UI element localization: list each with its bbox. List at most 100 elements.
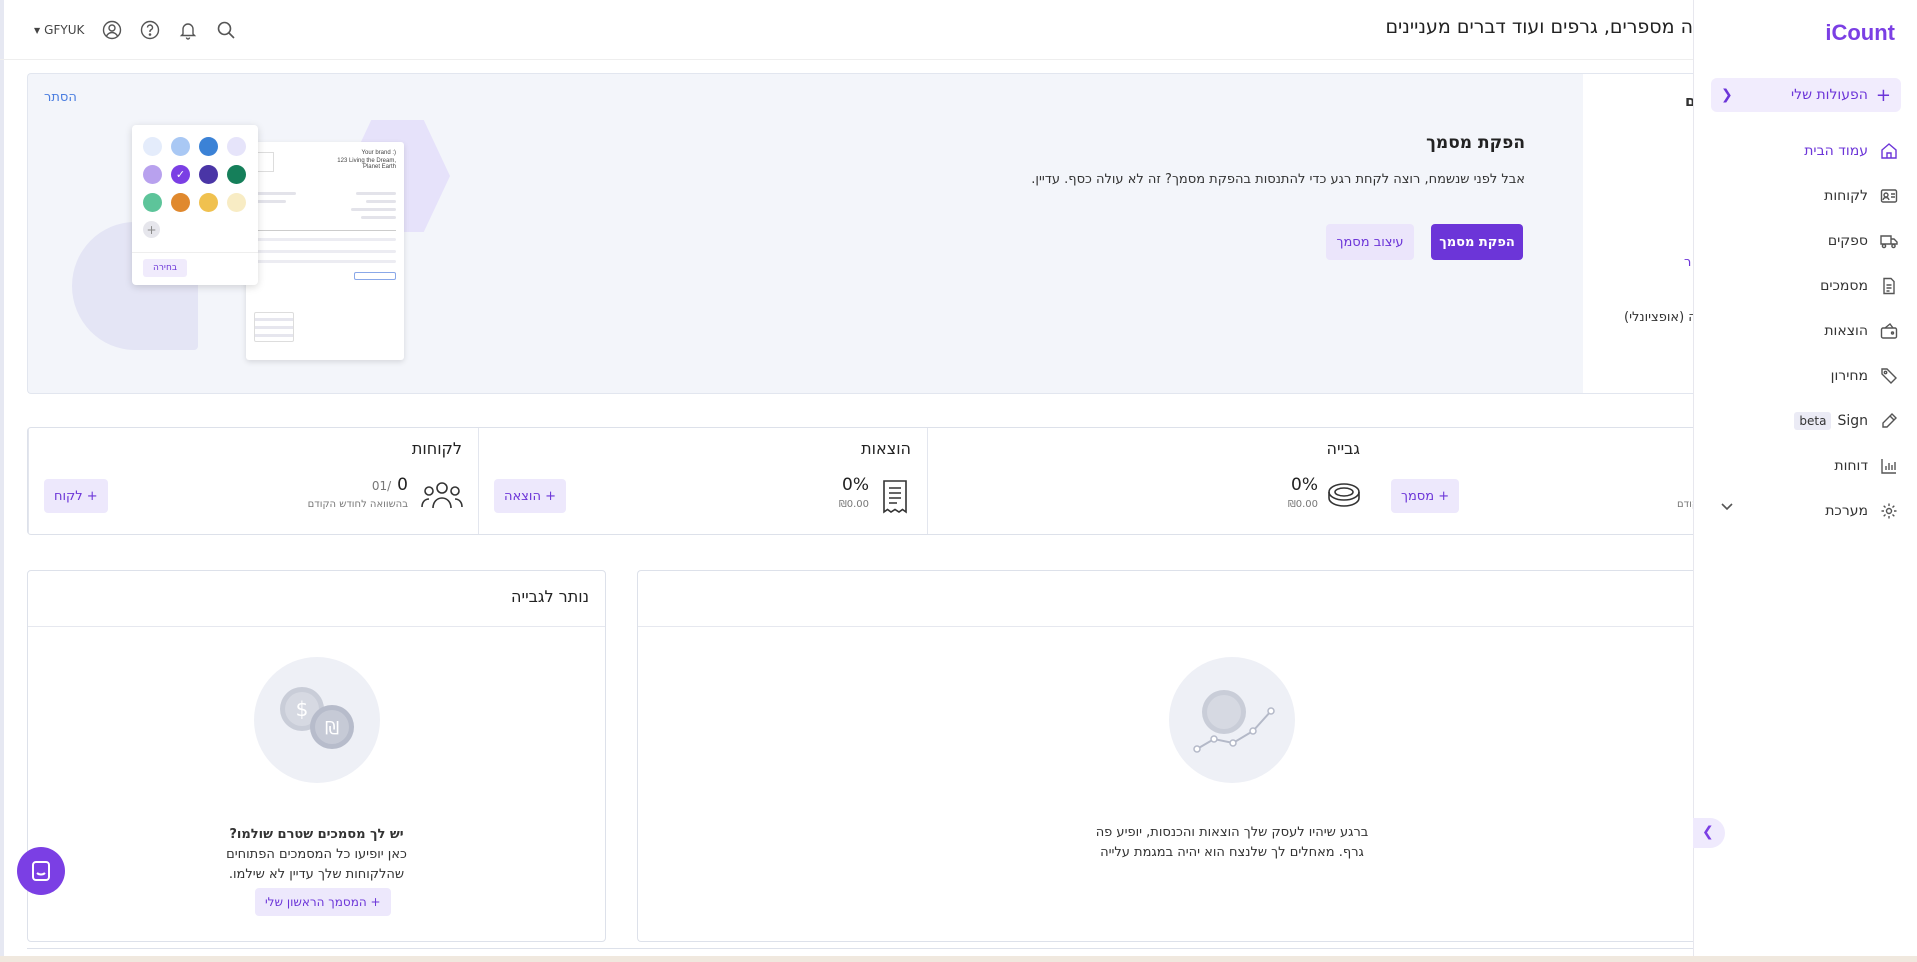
doc-brand: Your brand :) <box>361 150 396 156</box>
remaining-text-line2: שהלקוחות שלך עדיין לא שילמו. <box>228 867 405 882</box>
sidebar-item-label: מערכת <box>1825 502 1868 519</box>
color-swatch[interactable] <box>199 137 218 156</box>
my-actions-label: הפעולות שלי <box>1791 87 1868 103</box>
caret-down-icon: ▼ <box>34 25 41 35</box>
color-swatch[interactable] <box>171 193 190 212</box>
chat-icon <box>32 861 50 881</box>
color-swatch-selected[interactable]: ✓ <box>171 165 190 184</box>
add-expense-button[interactable]: + הוצאה <box>494 479 566 513</box>
user-icon[interactable] <box>102 20 122 40</box>
doc-line <box>366 200 396 203</box>
help-icon[interactable] <box>140 20 160 40</box>
growth-chart-illustration <box>1169 657 1295 783</box>
remaining-collection-card: נותר לגבייה $ ₪ יש לך מסמכים שטרם שולמו?… <box>27 570 606 942</box>
promo-text: אבל לפני שנשמח, רוצה לקחת רגע כדי להתנסו… <box>1031 172 1525 187</box>
graph-text-line2: גרף. מאחלים לך שלנצח הוא יהיה במגמת עליי… <box>1100 845 1364 860</box>
stat-collection-amount: ₪0.00 <box>1287 499 1318 510</box>
sidebar-item-customers[interactable]: לקוחות <box>1694 173 1917 218</box>
sidebar-nav: עמוד הבית לקוחות ספקים מסמכים הוצאות מחי… <box>1694 128 1917 533</box>
design-document-button[interactable]: עיצוב מסמך <box>1326 224 1414 260</box>
palette-divider <box>132 252 258 253</box>
doc-line <box>256 192 296 195</box>
stat-customers-sub: בהשוואה לחודש הקודם <box>307 499 408 510</box>
header-toolbar: ▼ GFYUK <box>34 20 236 40</box>
contact-card-icon <box>1880 187 1898 205</box>
sidebar: iCount + הפעולות שלי ❮ עמוד הבית לקוחות ס… <box>1693 0 1917 956</box>
first-document-button[interactable]: + המסמך הראשון שלי <box>255 888 391 916</box>
sidebar-item-home[interactable]: עמוד הבית <box>1694 128 1917 173</box>
stat-documents: + מסמך קודם <box>1376 428 1699 534</box>
palette-select-button[interactable]: בחירה <box>143 259 187 277</box>
remaining-text-line1: כאן יופיעו כל המסמכים הפתוחים <box>226 847 407 862</box>
checkmark-icon: ✓ <box>175 168 186 181</box>
stat-customers-title: לקוחות <box>411 439 462 458</box>
my-actions-button[interactable]: + הפעולות שלי ❮ <box>1711 78 1901 112</box>
search-icon[interactable] <box>216 20 236 40</box>
stat-expenses: הוצאות 0% ₪0.00 + הוצאה <box>478 428 927 534</box>
sidebar-item-expenses[interactable]: הוצאות <box>1694 308 1917 353</box>
coins-illustration: $ ₪ <box>254 657 380 783</box>
stat-collection-title: גבייה <box>1326 439 1360 458</box>
sidebar-item-suppliers[interactable]: ספקים <box>1694 218 1917 263</box>
income-graph-card: ברגע שיהיו לעסק שלך הוצאות והכנסות, יופי… <box>637 570 1707 942</box>
coin-stack-icon <box>1326 478 1362 514</box>
color-palette: ✓ + בחירה <box>132 125 258 285</box>
side-panel-link[interactable]: ר <box>1684 255 1691 270</box>
pen-icon <box>1880 412 1898 430</box>
doc-line <box>351 208 396 211</box>
sidebar-item-label: מחירון <box>1830 367 1868 384</box>
stat-customers: לקוחות 01/ 0 בהשוואה לחודש הקודם + לקוח <box>28 428 478 534</box>
stat-expenses-title: הוצאות <box>861 439 911 458</box>
document-preview: Your brand :) 123 Living the Dream, Plan… <box>246 142 404 360</box>
top-header: ה מספרים, גרפים ועוד דברים מעניינים ▼ GF… <box>0 0 1693 60</box>
sidebar-item-label: מסמכים <box>1820 277 1868 294</box>
user-menu[interactable]: ▼ GFYUK <box>34 23 84 37</box>
receipt-icon <box>877 478 913 514</box>
doc-line <box>256 238 396 241</box>
sidebar-item-sign[interactable]: Sign beta <box>1694 398 1917 443</box>
hide-link[interactable]: הסתר <box>44 90 77 105</box>
stat-customers-value: 01/ 0 <box>372 475 408 495</box>
create-document-button[interactable]: הפקת מסמך <box>1431 224 1523 260</box>
color-swatch[interactable] <box>143 193 162 212</box>
bell-icon[interactable] <box>178 20 198 40</box>
doc-input-box <box>354 272 396 280</box>
remaining-bold-text: יש לך מסמכים שטרם שולמו? <box>229 827 404 842</box>
add-color-icon[interactable]: + <box>143 221 160 238</box>
color-swatch[interactable] <box>171 137 190 156</box>
color-swatch[interactable] <box>143 165 162 184</box>
chevron-left-icon: ❮ <box>1702 824 1714 840</box>
color-swatch[interactable] <box>199 193 218 212</box>
sidebar-item-label: ספקים <box>1827 232 1868 249</box>
color-swatch[interactable] <box>227 165 246 184</box>
tag-icon <box>1880 367 1898 385</box>
document-icon <box>1880 277 1898 295</box>
doc-divider <box>254 230 396 231</box>
collapse-sidebar-button[interactable]: ❮ <box>1693 818 1725 848</box>
wallet-icon <box>1880 322 1898 340</box>
doc-line <box>356 192 396 195</box>
color-swatch[interactable] <box>227 193 246 212</box>
add-customer-button[interactable]: + לקוח <box>44 479 108 513</box>
add-document-button[interactable]: + מסמך <box>1391 479 1460 513</box>
home-icon <box>1880 142 1898 160</box>
beta-badge: beta <box>1794 411 1832 430</box>
color-swatch[interactable] <box>143 137 162 156</box>
sidebar-item-label: דוחות <box>1834 457 1868 474</box>
chat-launcher-button[interactable] <box>17 847 65 895</box>
promo-side-panel <box>1583 74 1693 393</box>
chevron-down-icon[interactable] <box>1719 498 1735 518</box>
app-logo[interactable]: iCount <box>1825 20 1895 46</box>
card-header <box>638 571 1707 627</box>
stat-collection-value: 0% <box>1291 475 1318 495</box>
sidebar-item-label: עמוד הבית <box>1804 142 1868 159</box>
color-swatch[interactable] <box>199 165 218 184</box>
sidebar-item-pricelist[interactable]: מחירון <box>1694 353 1917 398</box>
sidebar-item-reports[interactable]: דוחות <box>1694 443 1917 488</box>
color-swatch[interactable] <box>227 137 246 156</box>
bottom-edge <box>0 956 1917 962</box>
gear-icon <box>1880 502 1898 520</box>
sidebar-item-documents[interactable]: מסמכים <box>1694 263 1917 308</box>
doc-line <box>256 250 396 253</box>
card-header: נותר לגבייה <box>28 571 605 627</box>
